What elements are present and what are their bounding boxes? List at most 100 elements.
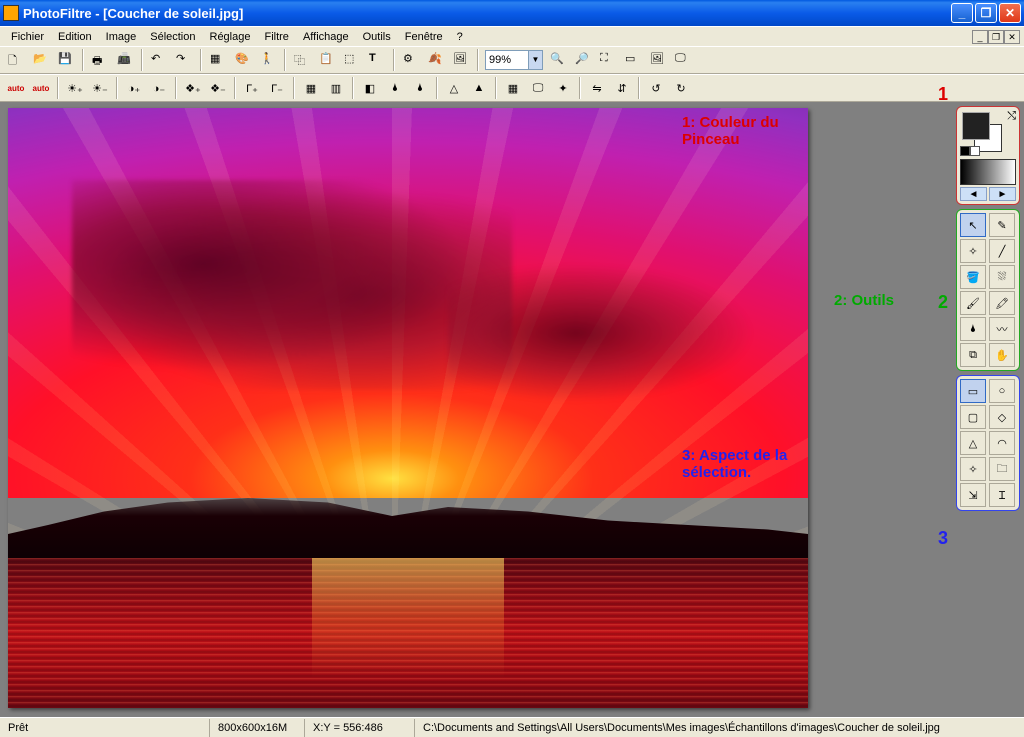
bright-minus-button[interactable]: ☀₋ bbox=[88, 76, 112, 100]
zoom-fit-button[interactable]: ▭ bbox=[621, 48, 645, 72]
new-button[interactable]: 🗋 bbox=[4, 48, 28, 72]
shape-roundrect[interactable]: ▢ bbox=[960, 405, 986, 429]
monitor-button[interactable]: 🖵 bbox=[526, 76, 550, 100]
menu-affichage[interactable]: Affichage bbox=[296, 29, 356, 45]
mdi-restore-button[interactable]: ❐ bbox=[988, 30, 1004, 44]
foreground-color-swatch[interactable] bbox=[962, 112, 990, 140]
paste-button[interactable]: 📋 bbox=[315, 48, 339, 72]
text-button[interactable]: T bbox=[365, 48, 389, 72]
mdi-close-button[interactable]: ✕ bbox=[1004, 30, 1020, 44]
zoom-combobox[interactable]: ▼ bbox=[485, 50, 543, 70]
print-button[interactable]: 🖶 bbox=[88, 48, 112, 72]
zoomout-button[interactable]: 🔎 bbox=[571, 48, 595, 72]
menu-outils[interactable]: Outils bbox=[356, 29, 398, 45]
leaf-button[interactable]: 🍂 bbox=[424, 48, 448, 72]
minimize-button[interactable]: _ bbox=[951, 3, 973, 23]
rotr-button[interactable]: ↻ bbox=[669, 76, 693, 100]
fliph-button[interactable]: ⇋ bbox=[585, 76, 609, 100]
sepia-button[interactable]: 🌢 bbox=[383, 76, 407, 100]
tool-eyedropper[interactable]: ✎ bbox=[989, 213, 1015, 237]
tool-line[interactable]: ╱ bbox=[989, 239, 1015, 263]
tool-wand[interactable]: ✧ bbox=[960, 239, 986, 263]
scan-button[interactable]: 📠 bbox=[113, 48, 137, 72]
histo-button[interactable]: ▦ bbox=[299, 76, 323, 100]
shape-rect[interactable]: ▭ bbox=[960, 379, 986, 403]
dust-button[interactable]: 🌢 bbox=[408, 76, 432, 100]
save-button[interactable]: 💾 bbox=[54, 48, 78, 72]
tool-hand[interactable]: ✋ bbox=[989, 343, 1015, 367]
tool-brush[interactable]: 🖌 bbox=[960, 291, 986, 315]
sat-plus-button[interactable]: ❖₊ bbox=[181, 76, 205, 100]
contrast-minus-button[interactable]: ◑₋ bbox=[147, 76, 171, 100]
menu-fichier[interactable]: Fichier bbox=[4, 29, 51, 45]
mdi-minimize-button[interactable]: _ bbox=[972, 30, 988, 44]
maximize-button[interactable]: ❐ bbox=[975, 3, 997, 23]
variation-icon: ▦ bbox=[508, 82, 518, 95]
shape-star[interactable]: ✧ bbox=[960, 457, 986, 481]
zoom-actual-button[interactable]: ⛶ bbox=[596, 48, 620, 72]
person-button[interactable]: 🚶 bbox=[256, 48, 280, 72]
gamma-minus-button[interactable]: Γ₋ bbox=[265, 76, 289, 100]
menu-fenetre[interactable]: Fenêtre bbox=[398, 29, 450, 45]
sharpen-button[interactable]: △ bbox=[442, 76, 466, 100]
variation-button[interactable]: ▦ bbox=[501, 76, 525, 100]
tool-stamp[interactable]: ⧉ bbox=[960, 343, 986, 367]
grid-button[interactable]: ▥ bbox=[324, 76, 348, 100]
zoom-dropdown-button[interactable]: ▼ bbox=[528, 51, 542, 69]
module-button[interactable]: ⚙ bbox=[399, 48, 423, 72]
zoom-input[interactable] bbox=[486, 51, 528, 69]
screen-icon: 🖵 bbox=[675, 52, 691, 68]
separator bbox=[495, 77, 497, 99]
tool-brush2[interactable]: 🖍 bbox=[989, 291, 1015, 315]
close-button[interactable]: ✕ bbox=[999, 3, 1021, 23]
copy-button[interactable]: ⿻ bbox=[290, 48, 314, 72]
flipv-button[interactable]: ⇵ bbox=[610, 76, 634, 100]
swap-colors-button[interactable]: ⤭ bbox=[1007, 110, 1016, 123]
menu-reglage[interactable]: Réglage bbox=[203, 29, 258, 45]
menu-edition[interactable]: Edition bbox=[51, 29, 99, 45]
separator bbox=[293, 77, 295, 99]
tool-fill[interactable]: 🪣 bbox=[960, 265, 986, 289]
auto-level-button[interactable]: auto bbox=[4, 76, 28, 100]
blur-button[interactable]: ▲ bbox=[467, 76, 491, 100]
auto-contrast-button[interactable]: auto bbox=[29, 76, 53, 100]
bright-plus-button[interactable]: ☀₊ bbox=[63, 76, 87, 100]
fullscreen-button[interactable]: 🖵 bbox=[671, 48, 695, 72]
tool-spray[interactable]: ⛆ bbox=[989, 265, 1015, 289]
shape-ibeam[interactable]: Ɪ bbox=[989, 483, 1015, 507]
menu-filtre[interactable]: Filtre bbox=[257, 29, 295, 45]
star-button[interactable]: ✦ bbox=[551, 76, 575, 100]
shape-size[interactable]: ⇲ bbox=[960, 483, 986, 507]
sel-button[interactable]: ⬚ bbox=[340, 48, 364, 72]
palette-button[interactable]: 🎨 bbox=[231, 48, 255, 72]
zoom-image-button[interactable]: 🖼 bbox=[646, 48, 670, 72]
tool-blur[interactable]: 🌢 bbox=[960, 317, 986, 341]
tool-smudge[interactable]: 〰 bbox=[989, 317, 1015, 341]
default-colors[interactable] bbox=[960, 146, 980, 156]
gray-button[interactable]: ◧ bbox=[358, 76, 382, 100]
menu-image[interactable]: Image bbox=[99, 29, 144, 45]
color-gradient[interactable] bbox=[960, 159, 1016, 185]
redo-button[interactable]: ↷ bbox=[172, 48, 196, 72]
undo-button[interactable]: ↶ bbox=[147, 48, 171, 72]
shape-arc[interactable]: ◠ bbox=[989, 431, 1015, 455]
gamma-plus-button[interactable]: Γ₊ bbox=[240, 76, 264, 100]
shape-folder[interactable]: 🗀 bbox=[989, 457, 1015, 481]
rotl-button[interactable]: ↺ bbox=[644, 76, 668, 100]
gamma-plus-icon: Γ₊ bbox=[246, 82, 258, 95]
tool-pointer[interactable]: ↖ bbox=[960, 213, 986, 237]
contrast-plus-button[interactable]: ◑₊ bbox=[122, 76, 146, 100]
palette-next-button[interactable]: ► bbox=[989, 187, 1016, 201]
sat-minus-button[interactable]: ❖₋ bbox=[206, 76, 230, 100]
image-canvas[interactable] bbox=[8, 108, 808, 708]
menu-help[interactable]: ? bbox=[450, 29, 470, 45]
palette-prev-button[interactable]: ◄ bbox=[960, 187, 987, 201]
zoomin-button[interactable]: 🔍 bbox=[546, 48, 570, 72]
shape-circle[interactable]: ○ bbox=[989, 379, 1015, 403]
open-button[interactable]: 📂 bbox=[29, 48, 53, 72]
menu-selection[interactable]: Sélection bbox=[143, 29, 202, 45]
shape-triangle[interactable]: △ bbox=[960, 431, 986, 455]
shape-diamond[interactable]: ◇ bbox=[989, 405, 1015, 429]
rgb-button[interactable]: ▦ bbox=[206, 48, 230, 72]
frame-button[interactable]: 🖼 bbox=[449, 48, 473, 72]
